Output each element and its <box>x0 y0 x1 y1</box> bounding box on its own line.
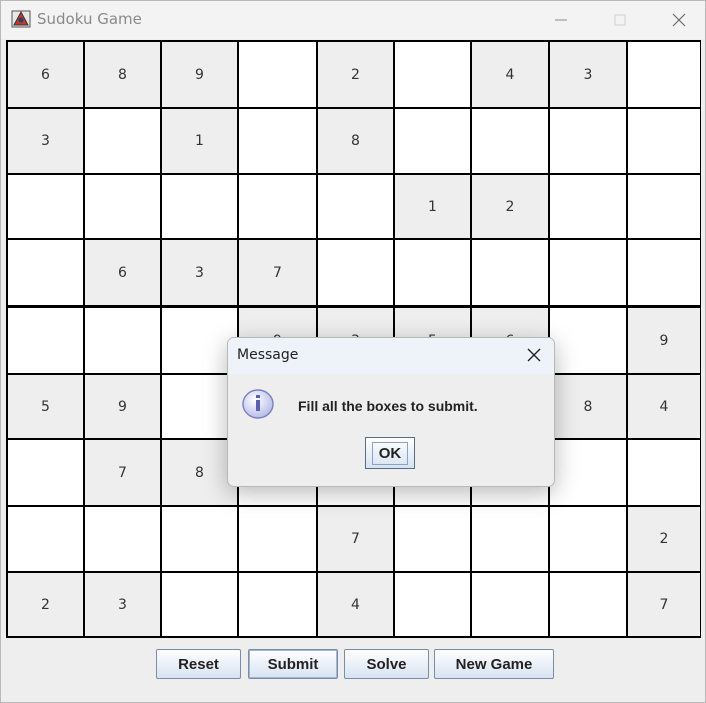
sudoku-cell-r1c3[interactable]: 9 <box>162 42 237 107</box>
sudoku-cell-r7c1[interactable] <box>8 440 83 505</box>
sudoku-cell-r5c9[interactable]: 9 <box>628 308 700 373</box>
sudoku-cell-r2c3[interactable]: 1 <box>162 109 237 173</box>
sudoku-cell-r8c5[interactable]: 7 <box>318 507 393 571</box>
sudoku-cell-r3c6[interactable]: 1 <box>395 175 470 238</box>
sudoku-cell-r4c6[interactable] <box>395 240 470 305</box>
sudoku-cell-r4c8[interactable] <box>550 240 626 305</box>
sudoku-cell-r1c6[interactable] <box>395 42 470 107</box>
sudoku-cell-r1c1[interactable]: 6 <box>8 42 83 107</box>
close-window-button[interactable] <box>657 5 701 35</box>
sudoku-cell-r3c9[interactable] <box>628 175 700 238</box>
sudoku-cell-r4c3[interactable]: 3 <box>162 240 237 305</box>
sudoku-cell-r8c1[interactable] <box>8 507 83 571</box>
sudoku-cell-r3c3[interactable] <box>162 175 237 238</box>
button-bar: Reset Submit Solve New Game <box>1 639 705 702</box>
dialog-close-icon[interactable] <box>526 347 542 363</box>
new-game-button[interactable]: New Game <box>434 649 554 679</box>
sudoku-cell-r9c8[interactable] <box>550 573 626 636</box>
sudoku-cell-r2c1[interactable]: 3 <box>8 109 83 173</box>
sudoku-cell-r1c5[interactable]: 2 <box>318 42 393 107</box>
sudoku-cell-r1c4[interactable] <box>239 42 316 107</box>
minimize-button[interactable] <box>539 5 583 35</box>
window-title: Sudoku Game <box>37 10 142 28</box>
sudoku-app-icon <box>11 9 31 29</box>
sudoku-cell-r8c9[interactable]: 2 <box>628 507 700 571</box>
sudoku-cell-r5c3[interactable] <box>162 308 237 373</box>
dialog-title: Message <box>237 347 299 363</box>
sudoku-cell-r8c2[interactable] <box>85 507 160 571</box>
sudoku-cell-r4c1[interactable] <box>8 240 83 305</box>
sudoku-cell-r5c2[interactable] <box>85 308 160 373</box>
sudoku-cell-r8c8[interactable] <box>550 507 626 571</box>
close-icon <box>672 13 686 27</box>
sudoku-cell-r8c7[interactable] <box>472 507 548 571</box>
sudoku-cell-r3c7[interactable]: 2 <box>472 175 548 238</box>
sudoku-cell-r3c4[interactable] <box>239 175 316 238</box>
sudoku-cell-r9c7[interactable] <box>472 573 548 636</box>
sudoku-cell-r2c9[interactable] <box>628 109 700 173</box>
sudoku-cell-r2c8[interactable] <box>550 109 626 173</box>
sudoku-cell-r9c1[interactable]: 2 <box>8 573 83 636</box>
solve-button[interactable]: Solve <box>344 649 429 679</box>
sudoku-cell-r1c7[interactable]: 4 <box>472 42 548 107</box>
sudoku-cell-r6c9[interactable]: 4 <box>628 375 700 438</box>
sudoku-cell-r4c9[interactable] <box>628 240 700 305</box>
sudoku-cell-r6c1[interactable]: 5 <box>8 375 83 438</box>
sudoku-cell-r6c8[interactable]: 8 <box>550 375 626 438</box>
ok-button[interactable]: OK <box>365 437 415 469</box>
sudoku-cell-r3c1[interactable] <box>8 175 83 238</box>
sudoku-cell-r6c2[interactable]: 9 <box>85 375 160 438</box>
sudoku-cell-r2c4[interactable] <box>239 109 316 173</box>
sudoku-window: Sudoku Game 6892433181263793569598478722… <box>0 0 706 703</box>
sudoku-cell-r4c5[interactable] <box>318 240 393 305</box>
sudoku-cell-r1c2[interactable]: 8 <box>85 42 160 107</box>
maximize-button[interactable] <box>598 5 642 35</box>
sudoku-cell-r1c9[interactable] <box>628 42 700 107</box>
title-bar[interactable]: Sudoku Game <box>1 1 705 39</box>
minimize-icon <box>554 13 568 27</box>
sudoku-cell-r2c2[interactable] <box>85 109 160 173</box>
ok-button-label: OK <box>371 441 409 465</box>
sudoku-cell-r8c6[interactable] <box>395 507 470 571</box>
sudoku-cell-r5c8[interactable] <box>550 308 626 373</box>
sudoku-cell-r8c4[interactable] <box>239 507 316 571</box>
sudoku-cell-r6c3[interactable] <box>162 375 237 438</box>
sudoku-cell-r3c2[interactable] <box>85 175 160 238</box>
sudoku-cell-r2c7[interactable] <box>472 109 548 173</box>
sudoku-cell-r2c5[interactable]: 8 <box>318 109 393 173</box>
sudoku-cell-r3c8[interactable] <box>550 175 626 238</box>
sudoku-cell-r9c4[interactable] <box>239 573 316 636</box>
sudoku-cell-r4c4[interactable]: 7 <box>239 240 316 305</box>
sudoku-cell-r2c6[interactable] <box>395 109 470 173</box>
sudoku-cell-r9c6[interactable] <box>395 573 470 636</box>
maximize-icon <box>613 13 627 27</box>
sudoku-cell-r9c5[interactable]: 4 <box>318 573 393 636</box>
submit-button[interactable]: Submit <box>248 649 338 679</box>
sudoku-cell-r8c3[interactable] <box>162 507 237 571</box>
sudoku-cell-r7c3[interactable]: 8 <box>162 440 237 505</box>
message-dialog: Message Fill all the boxes to submit. OK <box>227 337 555 487</box>
sudoku-cell-r9c2[interactable]: 3 <box>85 573 160 636</box>
sudoku-cell-r3c5[interactable] <box>318 175 393 238</box>
sudoku-cell-r9c3[interactable] <box>162 573 237 636</box>
information-icon <box>241 386 275 420</box>
sudoku-cell-r5c1[interactable] <box>8 308 83 373</box>
sudoku-cell-r1c8[interactable]: 3 <box>550 42 626 107</box>
sudoku-cell-r7c8[interactable] <box>550 440 626 505</box>
reset-button[interactable]: Reset <box>156 649 241 679</box>
dialog-message: Fill all the boxes to submit. <box>298 398 478 414</box>
dialog-title-bar[interactable]: Message <box>228 338 554 374</box>
sudoku-cell-r7c9[interactable] <box>628 440 700 505</box>
sudoku-cell-r9c9[interactable]: 7 <box>628 573 700 636</box>
sudoku-cell-r7c2[interactable]: 7 <box>85 440 160 505</box>
sudoku-cell-r4c2[interactable]: 6 <box>85 240 160 305</box>
sudoku-cell-r4c7[interactable] <box>472 240 548 305</box>
